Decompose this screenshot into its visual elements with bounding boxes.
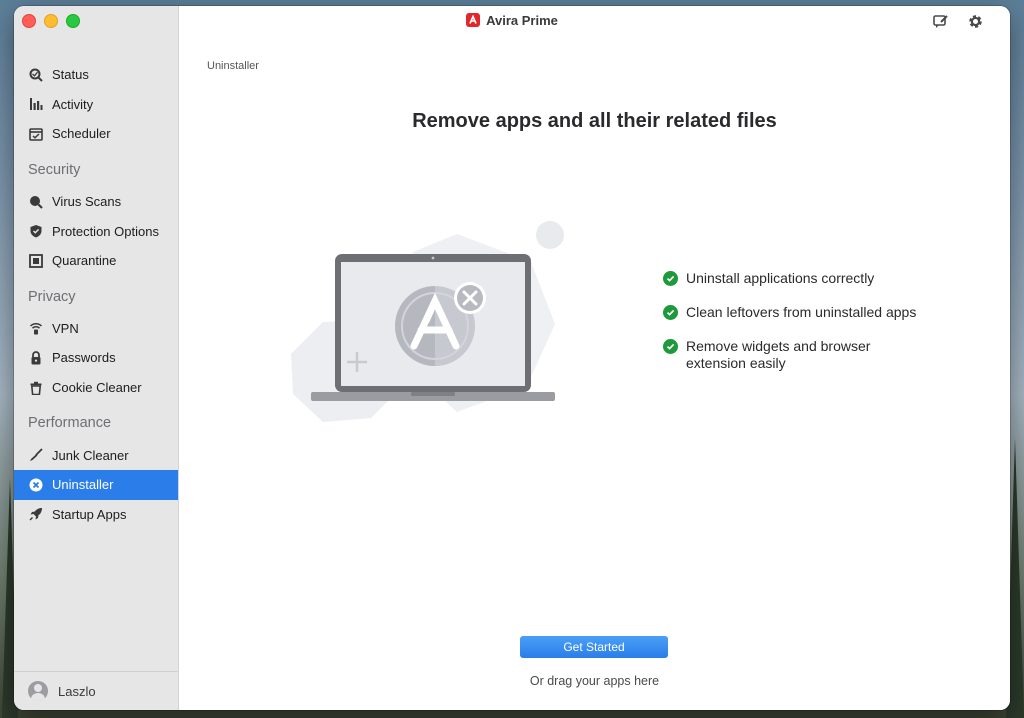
minimize-window-button[interactable] (44, 14, 58, 28)
sidebar-item-label: Scheduler (52, 126, 111, 142)
sidebar-item-scheduler[interactable]: Scheduler (14, 119, 178, 149)
feature-text: Remove widgets and browser extension eas… (686, 338, 871, 371)
feature-list: Uninstall applications correctly Clean l… (663, 270, 963, 389)
sidebar-item-label: Junk Cleaner (52, 447, 129, 463)
sidebar-item-cookie-cleaner[interactable]: Cookie Cleaner (14, 373, 178, 403)
get-started-button[interactable]: Get Started (520, 636, 668, 658)
uninstall-icon (28, 477, 44, 493)
sidebar-item-label: Virus Scans (52, 194, 122, 210)
lock-icon (28, 350, 44, 366)
scan-icon (28, 194, 44, 210)
section-header-performance: Performance (28, 415, 112, 432)
sidebar-item-label: Activity (52, 96, 94, 112)
avira-logo-icon (466, 13, 481, 27)
shield-icon (28, 223, 44, 239)
vpn-icon (28, 320, 44, 336)
sidebar-item-vpn[interactable]: VPN (14, 314, 178, 344)
toolbar-icons (932, 12, 984, 30)
sidebar-item-status[interactable]: Status (14, 60, 178, 90)
feature-text: Clean leftovers from uninstalled apps (686, 304, 917, 320)
feature-item: Clean leftovers from uninstalled apps (663, 304, 963, 321)
breadcrumb: Uninstaller (207, 60, 259, 72)
feature-text: Uninstall applications correctly (686, 270, 875, 286)
section-header-security: Security (28, 161, 81, 178)
feature-item: Uninstall applications correctly (663, 270, 963, 287)
uninstaller-illustration (291, 221, 564, 422)
gear-icon[interactable] (966, 12, 984, 30)
sidebar-item-passwords[interactable]: Passwords (14, 343, 178, 373)
activity-icon (28, 96, 44, 112)
sidebar: Status Activity Scheduler Security Virus… (14, 6, 179, 710)
user-name: Laszlo (58, 683, 96, 699)
sidebar-item-label: VPN (52, 320, 79, 336)
sidebar-item-label: Protection Options (52, 223, 159, 239)
sidebar-item-label: Passwords (52, 350, 116, 366)
section-header-privacy: Privacy (28, 288, 76, 305)
main-content: Avira Prime Uninstaller Remove apps and … (179, 6, 1010, 710)
scheduler-icon (28, 126, 44, 142)
feedback-icon[interactable] (932, 12, 950, 30)
checkmark-icon (663, 305, 678, 320)
sidebar-nav: Status Activity Scheduler Security Virus… (14, 60, 178, 529)
avatar (28, 681, 48, 701)
sidebar-item-activity[interactable]: Activity (14, 90, 178, 120)
checkmark-icon (663, 271, 678, 286)
zoom-window-button[interactable] (66, 14, 80, 28)
sidebar-item-uninstaller[interactable]: Uninstaller (14, 469, 178, 500)
feature-item: Remove widgets and browser extension eas… (663, 338, 963, 372)
drag-hint: Or drag your apps here (529, 674, 660, 688)
sidebar-item-label: Quarantine (52, 253, 117, 269)
sidebar-item-label: Status (52, 67, 89, 83)
app-window: Status Activity Scheduler Security Virus… (14, 6, 1010, 710)
sidebar-item-label: Startup Apps (52, 506, 127, 522)
rocket-icon (28, 506, 44, 522)
user-profile[interactable]: Laszlo (14, 671, 178, 710)
sidebar-item-protection-options[interactable]: Protection Options (14, 216, 178, 246)
page-title: Remove apps and all their related files (412, 110, 777, 132)
sidebar-item-label: Cookie Cleaner (52, 380, 142, 396)
broom-icon (28, 447, 44, 463)
app-title: Avira Prime (466, 13, 558, 28)
checkmark-icon (663, 339, 678, 354)
quarantine-icon (28, 253, 44, 269)
trash-icon (28, 380, 44, 396)
app-title-text: Avira Prime (486, 12, 558, 28)
close-window-button[interactable] (22, 14, 36, 28)
sidebar-item-virus-scans[interactable]: Virus Scans (14, 187, 178, 217)
sidebar-item-label: Uninstaller (52, 477, 114, 493)
status-icon (28, 67, 44, 83)
sidebar-item-startup-apps[interactable]: Startup Apps (14, 500, 178, 530)
window-controls (22, 14, 80, 28)
sidebar-item-junk-cleaner[interactable]: Junk Cleaner (14, 440, 178, 470)
sidebar-item-quarantine[interactable]: Quarantine (14, 246, 178, 276)
